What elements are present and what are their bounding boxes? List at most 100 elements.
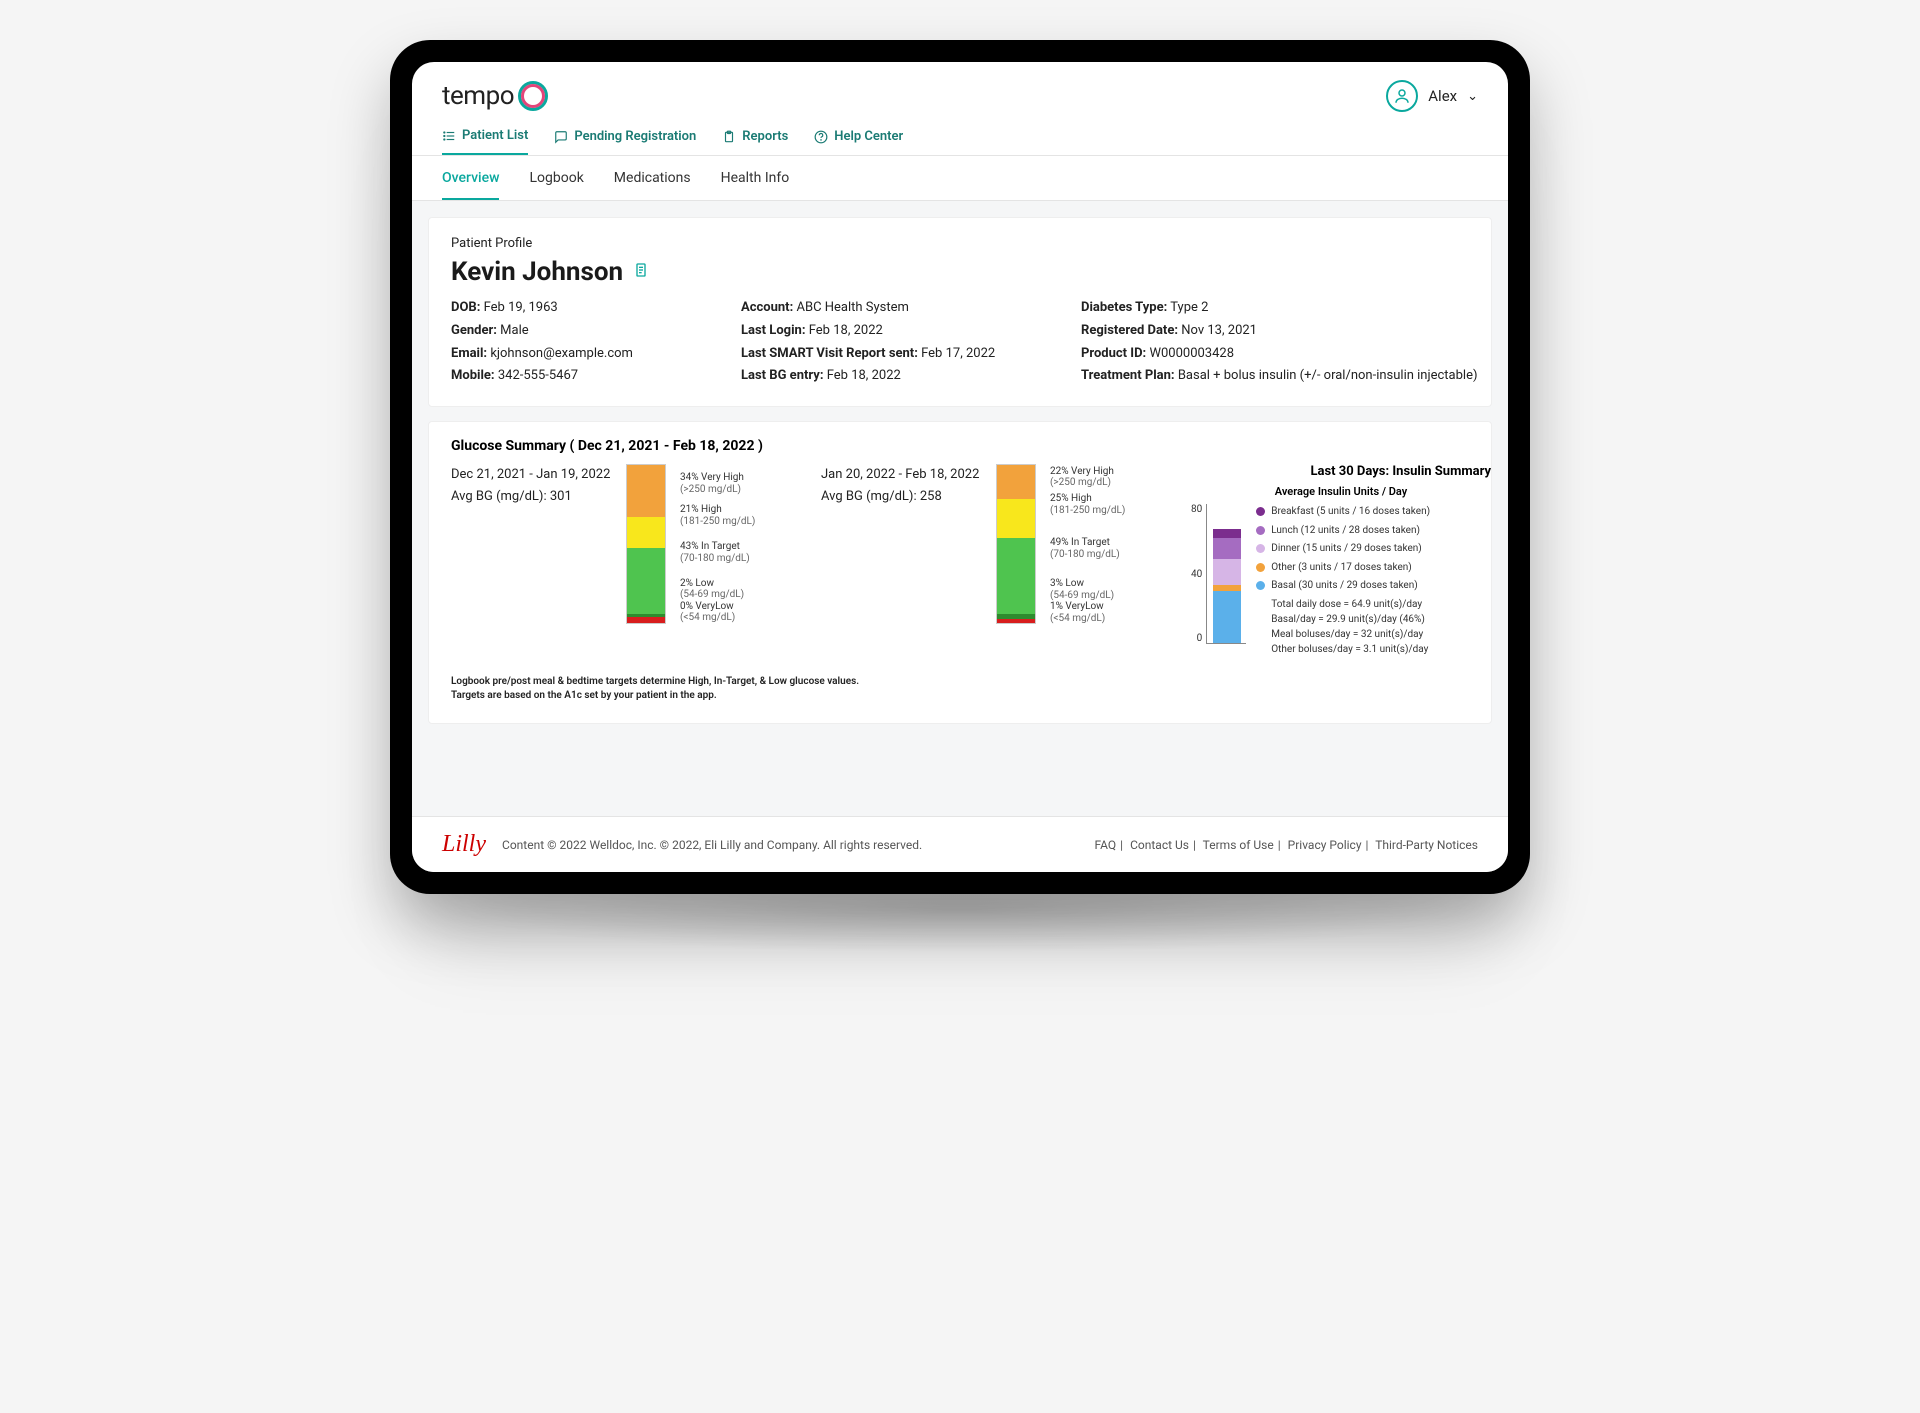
seg-high: [627, 517, 665, 549]
nav-label: Reports: [742, 129, 788, 144]
nav-label: Help Center: [834, 129, 903, 144]
profile-col-3: Diabetes Type: Type 2 Registered Date: N…: [1081, 297, 1478, 388]
document-icon[interactable]: [633, 262, 649, 282]
tab-medications[interactable]: Medications: [614, 170, 691, 200]
type-value: Type 2: [1170, 300, 1208, 315]
avatar-icon: [1386, 80, 1418, 112]
plan-label: Treatment Plan:: [1081, 368, 1175, 383]
patient-name: Kevin Johnson: [451, 257, 623, 287]
email-label: Email:: [451, 346, 487, 361]
glucose-period-1-meta: Dec 21, 2021 - Jan 19, 2022 Avg BG (mg/d…: [451, 464, 616, 657]
insulin-title: Last 30 Days: Insulin Summary: [1191, 464, 1491, 479]
lbl-vlow-1-sub: (<54 mg/dL): [680, 612, 755, 624]
type-label: Diabetes Type:: [1081, 300, 1167, 315]
legend-dinner-text: Dinner (15 units / 29 doses taken): [1271, 541, 1422, 557]
legend-basal: Basal (30 units / 29 doses taken): [1256, 578, 1491, 594]
nav-reports[interactable]: Reports: [722, 128, 788, 155]
user-menu[interactable]: Alex ⌄: [1386, 80, 1478, 112]
help-icon: [814, 130, 828, 144]
insulin-body: 80 40 0: [1191, 504, 1491, 657]
seg-very-low: [997, 619, 1035, 623]
glucose-period-2: Jan 20, 2022 - Feb 18, 2022 Avg BG (mg/d…: [821, 464, 1161, 657]
lbl-low-2: 3% Low: [1050, 578, 1125, 590]
insulin-chart: 80 40 0: [1191, 504, 1246, 657]
lilly-logo: Lilly: [442, 831, 486, 858]
bg-label: Last BG entry:: [741, 368, 823, 383]
lbl-target-1: 43% In Target: [680, 541, 755, 553]
legend-other-text: Other (3 units / 17 doses taken): [1271, 560, 1412, 576]
brand-name: tempo: [442, 81, 514, 111]
seg-in-target: [627, 548, 665, 613]
list-icon: [442, 129, 456, 143]
lbl-low-1-sub: (54-69 mg/dL): [680, 589, 755, 601]
period2-avg: Avg BG (mg/dL): 258: [821, 486, 986, 508]
lbl-vlow-1: 0% VeryLow: [680, 601, 755, 613]
dob-value: Feb 19, 1963: [484, 300, 558, 315]
period1-avg: Avg BG (mg/dL): 301: [451, 486, 616, 508]
insulin-legend: Breakfast (5 units / 16 doses taken) Lun…: [1256, 504, 1491, 657]
nav-patient-list[interactable]: Patient List: [442, 128, 528, 155]
content-area: Patient Profile Kevin Johnson DOB: Feb 1…: [412, 201, 1508, 816]
profile-columns: DOB: Feb 19, 1963 Gender: Male Email: kj…: [451, 297, 1469, 388]
legend-lunch: Lunch (12 units / 28 doses taken): [1256, 523, 1491, 539]
legend-dinner: Dinner (15 units / 29 doses taken): [1256, 541, 1491, 557]
lbl-high-1-sub: (181-250 mg/dL): [680, 516, 755, 528]
nav-label: Patient List: [462, 128, 528, 143]
summary-card: Glucose Summary ( Dec 21, 2021 - Feb 18,…: [428, 421, 1492, 724]
legend-basal-text: Basal (30 units / 29 doses taken): [1271, 578, 1417, 594]
glucose-stack-2-labels: 22% Very High(>250 mg/dL) 25% High(181-2…: [1046, 464, 1125, 624]
footer-link-thirdparty[interactable]: Third-Party Notices: [1375, 838, 1478, 852]
app-header: tempo Alex ⌄: [412, 62, 1508, 118]
footer-links: FAQ| Contact Us| Terms of Use| Privacy P…: [1095, 838, 1479, 852]
seg-breakfast: [1213, 529, 1241, 538]
legend-breakfast: Breakfast (5 units / 16 doses taken): [1256, 504, 1491, 520]
lbl-target-2: 49% In Target: [1050, 537, 1125, 549]
footnote-1: Logbook pre/post meal & bedtime targets …: [451, 675, 1469, 689]
lbl-vlow-2: 1% VeryLow: [1050, 601, 1125, 613]
total-4: Other boluses/day = 3.1 unit(s)/day: [1271, 642, 1491, 657]
swatch-lunch-icon: [1256, 526, 1265, 535]
tab-health-info[interactable]: Health Info: [721, 170, 790, 200]
insulin-yaxis: 80 40 0: [1191, 504, 1202, 644]
lbl-target-1-sub: (70-180 mg/dL): [680, 553, 755, 565]
swatch-other-icon: [1256, 563, 1265, 572]
glucose-stack-1-labels: 34% Very High(>250 mg/dL) 21% High(181-2…: [676, 464, 755, 624]
tablet-frame: tempo Alex ⌄ Patient List: [390, 40, 1530, 894]
insulin-stack: [1213, 529, 1241, 643]
smart-label: Last SMART Visit Report sent:: [741, 346, 918, 361]
lbl-low-1: 2% Low: [680, 578, 755, 590]
footnote-2: Targets are based on the A1c set by your…: [451, 689, 1469, 703]
reg-label: Registered Date:: [1081, 323, 1178, 338]
gender-value: Male: [500, 323, 528, 338]
brand-logo[interactable]: tempo: [442, 81, 548, 111]
tab-logbook[interactable]: Logbook: [529, 170, 583, 200]
email-value: kjohnson@example.com: [490, 346, 633, 361]
nav-help-center[interactable]: Help Center: [814, 128, 903, 155]
period1-range: Dec 21, 2021 - Jan 19, 2022: [451, 464, 616, 486]
patient-profile-card: Patient Profile Kevin Johnson DOB: Feb 1…: [428, 217, 1492, 407]
tab-overview[interactable]: Overview: [442, 170, 499, 200]
seg-basal: [1213, 591, 1241, 644]
footer-link-contact[interactable]: Contact Us: [1130, 838, 1189, 852]
legend-breakfast-text: Breakfast (5 units / 16 doses taken): [1271, 504, 1430, 520]
seg-lunch: [1213, 538, 1241, 559]
footer-link-privacy[interactable]: Privacy Policy: [1288, 838, 1362, 852]
swatch-breakfast-icon: [1256, 507, 1265, 516]
footer-left: Lilly Content © 2022 Welldoc, Inc. © 202…: [442, 831, 922, 858]
total-1: Total daily dose = 64.9 unit(s)/day: [1271, 597, 1491, 612]
insulin-stack-wrap: [1206, 504, 1246, 644]
legend-lunch-text: Lunch (12 units / 28 doses taken): [1271, 523, 1420, 539]
ytick-80: 80: [1191, 504, 1202, 515]
nav-pending-registration[interactable]: Pending Registration: [554, 128, 696, 155]
profile-col-2: Account: ABC Health System Last Login: F…: [741, 297, 1021, 388]
total-2: Basal/day = 29.9 unit(s)/day (46%): [1271, 612, 1491, 627]
ytick-40: 40: [1191, 569, 1202, 580]
insulin-totals: Total daily dose = 64.9 unit(s)/day Basa…: [1256, 597, 1491, 657]
footer-link-faq[interactable]: FAQ: [1095, 838, 1117, 852]
lbl-vhigh-2-sub: (>250 mg/dL): [1050, 477, 1125, 489]
bg-value: Feb 18, 2022: [827, 368, 901, 383]
chevron-down-icon: ⌄: [1467, 89, 1478, 104]
footer-link-terms[interactable]: Terms of Use: [1203, 838, 1274, 852]
profile-col-1: DOB: Feb 19, 1963 Gender: Male Email: kj…: [451, 297, 681, 388]
clipboard-icon: [722, 130, 736, 144]
